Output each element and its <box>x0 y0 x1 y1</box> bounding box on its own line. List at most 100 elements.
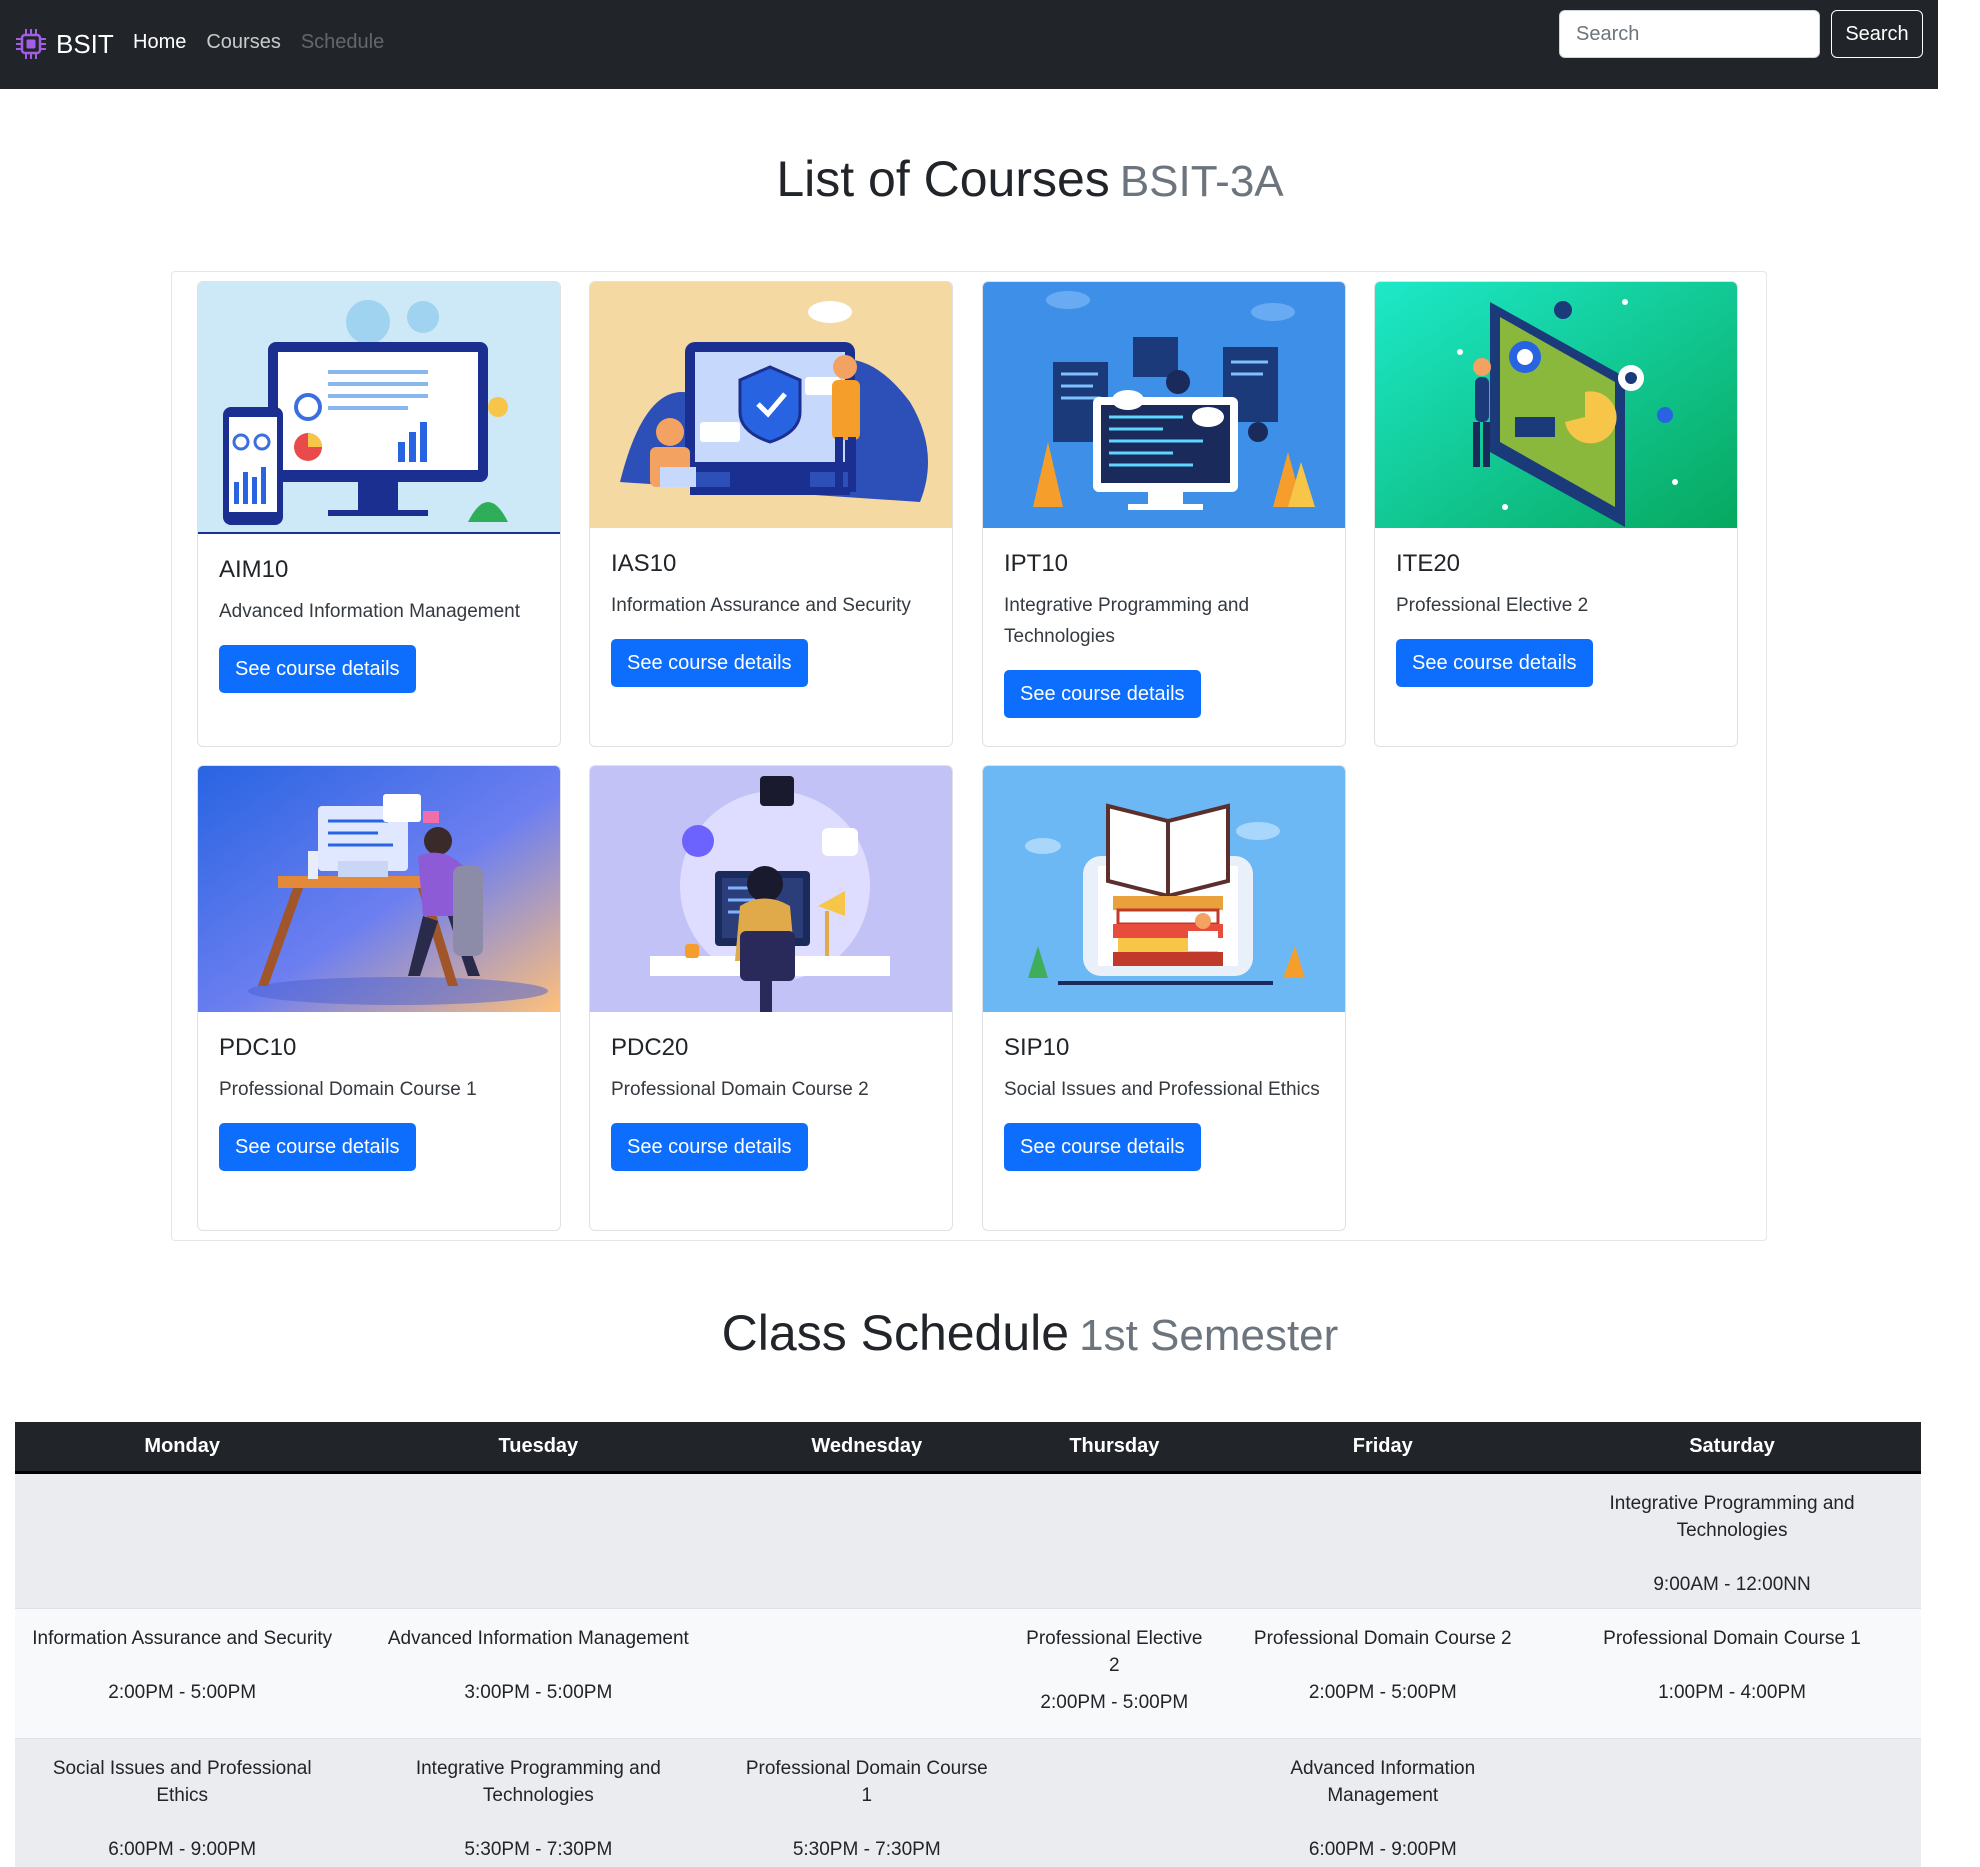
course-title: Advanced Information Management <box>219 601 521 622</box>
course-code: SIP10 <box>1004 1034 1070 1061</box>
see-course-details-button[interactable]: See course details <box>611 1123 808 1171</box>
slot-subject: Professional Domain Course 1 <box>745 1757 988 1806</box>
schedule-cell: Integrative Programming and Technologies… <box>349 1737 728 1867</box>
schedule-cell <box>349 1471 728 1608</box>
course-card-pdc20: PDC20 Professional Domain Course 2 See c… <box>589 765 953 1231</box>
slot-time: 5:30PM - 7:30PM <box>792 1838 941 1860</box>
slot-subject: Integrative Programming and Technologies <box>1609 1492 1855 1541</box>
course-code: AIM10 <box>219 556 289 583</box>
slot-time: 2:00PM - 5:00PM <box>1040 1691 1189 1713</box>
slot-subject: Professional Elective 2 <box>1026 1627 1203 1676</box>
search-input[interactable] <box>1559 10 1820 58</box>
course-title: Social Issues and Professional Ethics <box>1004 1079 1320 1100</box>
course-title: Integrative Programming and Technologies <box>1004 595 1250 647</box>
see-course-details-button[interactable]: See course details <box>1396 639 1593 687</box>
slot-time: 5:30PM - 7:30PM <box>464 1838 613 1860</box>
see-course-details-button[interactable]: See course details <box>611 639 808 687</box>
day-header-wednesday: Wednesday <box>727 1422 1007 1474</box>
day-header-tuesday: Tuesday <box>349 1422 728 1474</box>
slot-time: 3:00PM - 5:00PM <box>464 1681 613 1703</box>
course-title: Professional Domain Course 1 <box>219 1079 477 1100</box>
slot-time: 6:00PM - 9:00PM <box>1308 1838 1457 1860</box>
nav-link-courses[interactable]: Courses <box>206 31 280 54</box>
see-course-details-button[interactable]: See course details <box>1004 670 1201 718</box>
schedule-cell: Professional Domain Course 2 2:00PM - 5:0… <box>1222 1607 1544 1738</box>
interactive-screen-illustration <box>1375 282 1737 528</box>
course-code: IAS10 <box>611 550 677 577</box>
courses-title: List of Courses <box>776 151 1110 207</box>
schedule-cell: Professional Elective 2 2:00PM - 5:00PM <box>1006 1607 1223 1738</box>
schedule-cell <box>15 1471 350 1608</box>
coder-languages-illustration <box>590 766 952 1012</box>
slot-subject: Advanced Information Management <box>1290 1757 1476 1806</box>
course-title: Information Assurance and Security <box>611 595 911 616</box>
see-course-details-button[interactable]: See course details <box>1004 1123 1201 1171</box>
programming-monitor-illustration <box>983 282 1345 528</box>
course-card-sip10: SIP10 Social Issues and Professional Eth… <box>982 765 1346 1231</box>
schedule-heading: Class Schedule 1st Semester <box>0 1304 1980 1362</box>
slot-time: 2:00PM - 5:00PM <box>108 1681 257 1703</box>
schedule-cell <box>727 1607 1007 1738</box>
schedule-cell: Professional Domain Course 1 1:00PM - 4:0… <box>1543 1607 1921 1738</box>
schedule-cell <box>727 1471 1007 1608</box>
see-course-details-button[interactable]: See course details <box>219 1123 416 1171</box>
course-code: PDC20 <box>611 1034 689 1061</box>
card-body: SIP10 Social Issues and Professional Eth… <box>983 1012 1345 1171</box>
schedule-row: Integrative Programming and Technologies… <box>15 1471 1921 1608</box>
card-body: PDC20 Professional Domain Course 2 See c… <box>590 1012 952 1171</box>
schedule-cell: Advanced Information Management 6:00PM - … <box>1222 1737 1544 1867</box>
developer-desk-illustration <box>198 766 560 1012</box>
schedule-row: Information Assurance and Security 2:00PM… <box>15 1607 1921 1738</box>
course-code: IPT10 <box>1004 550 1069 577</box>
day-header-thursday: Thursday <box>1006 1422 1223 1474</box>
day-header-saturday: Saturday <box>1543 1422 1921 1474</box>
schedule-cell: Social Issues and Professional Ethics 6:0… <box>15 1737 350 1867</box>
brand-link[interactable]: BSIT <box>14 22 114 66</box>
security-shield-illustration <box>590 282 952 528</box>
course-title: Professional Elective 2 <box>1396 595 1589 616</box>
course-code: PDC10 <box>219 1034 297 1061</box>
schedule-cell: Information Assurance and Security 2:00PM… <box>15 1607 350 1738</box>
nav-link-home[interactable]: Home <box>133 31 186 54</box>
slot-subject: Information Assurance and Security <box>32 1627 333 1649</box>
slot-subject: Advanced Information Management <box>387 1627 689 1649</box>
slot-subject: Professional Domain Course 2 <box>1253 1627 1512 1649</box>
schedule-table: Monday Tuesday Wednesday Thursday Friday… <box>15 1422 1921 1867</box>
slot-subject: Integrative Programming and Technologies <box>415 1757 661 1806</box>
search-button[interactable]: Search <box>1831 10 1923 58</box>
nav-link-schedule: Schedule <box>300 31 385 53</box>
card-body: IAS10 Information Assurance and Security… <box>590 528 952 687</box>
card-body: IPT10 Integrative Programming and Techno… <box>983 528 1345 718</box>
course-card-ipt10: IPT10 Integrative Programming and Techno… <box>982 281 1346 747</box>
slot-subject: Social Issues and Professional Ethics <box>52 1757 312 1806</box>
schedule-cell: Professional Domain Course 1 5:30PM - 7:3… <box>727 1737 1007 1867</box>
course-card-ias10: IAS10 Information Assurance and Security… <box>589 281 953 747</box>
card-body: ITE20 Professional Elective 2 See course… <box>1375 528 1737 687</box>
card-body: PDC10 Professional Domain Course 1 See c… <box>198 1012 560 1171</box>
slot-time: 1:00PM - 4:00PM <box>1658 1681 1806 1703</box>
schedule-title: Class Schedule <box>721 1305 1070 1361</box>
course-card-pdc10: PDC10 Professional Domain Course 1 See c… <box>197 765 561 1231</box>
schedule-cell <box>1222 1471 1544 1608</box>
course-card-ite20: ITE20 Professional Elective 2 See course… <box>1374 281 1738 747</box>
slot-time: 9:00AM - 12:00NN <box>1653 1573 1811 1595</box>
cpu-chip-icon <box>16 29 46 59</box>
schedule-cell <box>1006 1471 1223 1608</box>
books-tablet-illustration <box>983 766 1345 1012</box>
card-body: AIM10 Advanced Information Management Se… <box>198 534 560 693</box>
slot-time: 2:00PM - 5:00PM <box>1308 1681 1457 1703</box>
schedule-row: Social Issues and Professional Ethics 6:0… <box>15 1737 1921 1867</box>
schedule-header-row: Monday Tuesday Wednesday Thursday Friday… <box>15 1422 1921 1474</box>
day-header-friday: Friday <box>1222 1422 1544 1474</box>
course-card-aim10: AIM10 Advanced Information Management Se… <box>197 281 561 747</box>
see-course-details-button[interactable]: See course details <box>219 645 416 693</box>
schedule-subtitle: 1st Semester <box>1079 1311 1339 1360</box>
courses-heading: List of Courses BSIT-3A <box>0 150 1980 208</box>
data-dashboard-illustration <box>198 282 560 534</box>
courses-container: AIM10 Advanced Information Management Se… <box>171 271 1767 1241</box>
schedule-cell <box>1006 1737 1223 1867</box>
schedule-cell <box>1543 1737 1921 1867</box>
slot-time: 6:00PM - 9:00PM <box>108 1838 257 1860</box>
schedule-cell: Advanced Information Management 3:00PM - … <box>349 1607 728 1738</box>
schedule-cell: Integrative Programming and Technologies… <box>1543 1471 1921 1608</box>
